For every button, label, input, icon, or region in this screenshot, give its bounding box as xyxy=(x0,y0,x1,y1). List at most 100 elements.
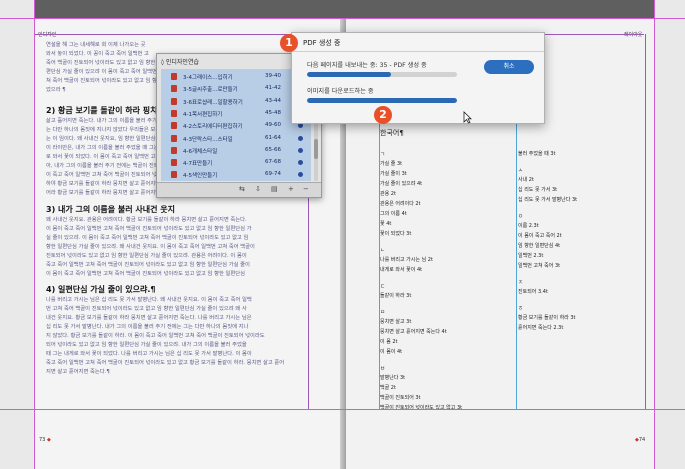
status-dot-icon xyxy=(298,147,303,153)
panel-tab[interactable]: ◊ 인디자인연습 xyxy=(161,57,199,66)
index-entry: 불러 주었을 때 3t xyxy=(518,151,556,157)
page-range: 69-74 xyxy=(265,171,281,178)
index-entry: 그의 이름 4t xyxy=(380,211,407,217)
chapter-row[interactable]: 4-7표만들기 67-68 xyxy=(161,157,311,168)
status-dot-icon xyxy=(298,172,303,178)
callout-badge-1: 1 xyxy=(280,34,298,52)
index-entry: 십 리도 못 가서 발병난다 3t xyxy=(518,197,578,203)
document-icon xyxy=(171,171,177,179)
index-entry: 이 몸 2t xyxy=(380,339,398,345)
index-entry: 관용은 어려이다 2t xyxy=(380,201,421,207)
chapter-row[interactable]: 3-6표로샵레...일할용하기 43-44 xyxy=(161,96,311,107)
chapter-row[interactable]: 4-6개체스타일 65-66 xyxy=(161,145,311,156)
document-icon xyxy=(171,134,177,142)
page-range: 49-60 xyxy=(265,122,281,129)
section-body: 왜 사내건 웃지요. 관용은 어려이다. 황금 보기를 돌같이 하라 뭉치면 살… xyxy=(46,216,336,279)
index-letter: ㄷ xyxy=(380,284,386,290)
chapter-row[interactable]: 4-2스토리에디터편집하기 49-60 xyxy=(161,120,311,131)
section-heading: 2) 황금 보기를 돌같이 하라 핑치면 xyxy=(46,106,165,115)
body-line: 번 고쳐 죽어 백골이 진토되어 넋이라도 있고 없고 임 향한 일편단심 가실… xyxy=(46,306,247,312)
index-title: 한국어¶ xyxy=(380,129,404,137)
index-entry: 십 리도 못 가서 3t xyxy=(518,187,558,193)
index-entry: 꽃이 되었다 3t xyxy=(380,231,412,237)
index-entry: 돌같이 하라 3t xyxy=(380,293,412,299)
chapter-row[interactable]: 4-3단락스타...스타일 61-64 xyxy=(161,133,311,144)
document-icon xyxy=(171,97,177,105)
status-dot-icon xyxy=(298,135,303,141)
margin-right xyxy=(645,34,646,409)
index-entry: 내게로 와서 꽃이 4t xyxy=(380,267,423,273)
index-letter: ㅇ xyxy=(518,214,524,220)
body-line: 내건 웃지요. 황금 보기를 돌같이 하라 뭉치면 살고 흩어지면 죽는다. 나… xyxy=(46,315,252,321)
chapter-row[interactable]: 4-1목서편집하기 45-48 xyxy=(161,108,311,119)
index-entry: 가실 줄이 있으랴 4t xyxy=(380,181,423,187)
progress-fill xyxy=(307,98,457,103)
body-line: 지면 살고 흩어지면 죽는다.¶ xyxy=(46,369,110,375)
document-icon xyxy=(171,122,177,130)
index-entry: 흩어지면 죽는다 2.3t xyxy=(518,325,564,331)
chapter-row[interactable]: 4-5색인만들기 69-74 xyxy=(161,169,311,180)
column-guide xyxy=(379,120,380,409)
index-entry: 이 몸이 죽고 죽어 2t xyxy=(518,233,562,239)
save-icon[interactable]: ⇩ xyxy=(255,185,261,193)
column-guide xyxy=(516,120,517,409)
index-letter: ㅅ xyxy=(518,168,524,174)
document-icon xyxy=(171,85,177,93)
index-entry: 가실 줄 3t xyxy=(380,161,403,167)
scroll-thumb[interactable] xyxy=(314,139,318,159)
index-letter: ㅈ xyxy=(518,280,524,286)
chapter-name: 4-3단락스타...스타일 xyxy=(183,136,233,143)
document-icon xyxy=(171,109,177,117)
page-range: 43-44 xyxy=(265,97,281,104)
download-status: 이미지를 다운로드하는 중 xyxy=(307,88,374,95)
index-entry: 백골이 진토되어 3t xyxy=(380,395,421,401)
chapter-row[interactable]: 3-4그래이스...입히기 39-40 xyxy=(161,71,311,82)
body-line: 향한 일편단심 가실 줄이 있으랴. 왜 사내건 웃지요. 이 몸이 죽고 죽어… xyxy=(46,244,255,250)
page-range: 67-68 xyxy=(265,159,281,166)
download-progress-bar xyxy=(307,98,457,103)
index-entry: 일백번 고쳐 죽어 3t xyxy=(518,263,561,269)
index-letter: ㅁ xyxy=(380,310,386,316)
index-entry: 나를 버리고 가시는 님 2t xyxy=(380,257,433,263)
index-entry: 황금 보기를 돌같이 하라 3t xyxy=(518,315,576,321)
print-icon[interactable]: ▤ xyxy=(271,185,278,193)
document-icon xyxy=(171,146,177,154)
chapter-list[interactable]: 3-4그래이스...입히기 39-40 3-5글씨주출...로만들기 41-42 3-6… xyxy=(161,69,311,181)
page-edge-left xyxy=(34,0,35,469)
body-line: 십 리도 못 가서 발병난다. 내가 그의 이름을 불러 주기 전에는 그는 다… xyxy=(46,324,249,330)
chapter-name: 4-6개체스타일 xyxy=(183,148,218,155)
body-line: 나를 버리고 가시는 님은 십 리도 못 가서 발병난다. 왜 사내건 웃지요.… xyxy=(46,297,252,303)
dialog-title: PDF 생성 중 xyxy=(303,39,341,47)
chapter-row[interactable]: 3-5글씨주출...로만들기 41-42 xyxy=(161,83,311,94)
index-entry: 가실 줄이 3t xyxy=(380,171,407,177)
page-range: 45-48 xyxy=(265,109,281,116)
guide-bottom xyxy=(0,409,685,410)
remove-icon[interactable]: − xyxy=(303,185,309,193)
body-line: 때 그는 내게로 와서 꽃이 되었다. 나를 버리고 가시는 님은 십 리도 못… xyxy=(46,351,252,357)
progress-fill xyxy=(307,72,391,77)
document-icon xyxy=(171,73,177,80)
status-dot-icon xyxy=(298,160,303,166)
mouse-cursor-icon xyxy=(463,111,472,124)
body-line: 실 줄이 있으랴. 이 몸이 죽고 죽어 일백번 고쳐 죽어 백골이 진토되어 … xyxy=(46,235,249,241)
body-line: 죽고 죽어 일백번 고쳐 죽어 백골이 진토되어 넋이라도 있고 없고 황금 보… xyxy=(46,360,285,366)
chapter-name: 3-6표로샵레...일할용하기 xyxy=(183,99,243,106)
index-entry: 꽃 4t xyxy=(380,221,392,227)
index-entry: 이름 2.3t xyxy=(518,223,539,229)
cancel-button[interactable]: 취소 xyxy=(484,60,534,74)
chapter-name: 4-5색인만들기 xyxy=(183,173,218,180)
section-body: 나를 버리고 가시는 님은 십 리도 못 가서 발병난다. 왜 사내건 웃지요.… xyxy=(46,296,336,377)
document-icon xyxy=(171,159,177,167)
sync-icon[interactable]: ⇆ xyxy=(239,185,245,193)
panel-footer: ⇆ ⇩ ▤ + − xyxy=(157,182,321,197)
add-icon[interactable]: + xyxy=(288,185,294,193)
page-number: 73 ◆ xyxy=(39,437,51,443)
page-range: 41-42 xyxy=(265,85,281,92)
page-range: 61-64 xyxy=(265,134,281,141)
chapter-name: 3-5글씨주출...로만들기 xyxy=(183,87,238,94)
index-letter: ㅂ xyxy=(380,366,386,372)
page-range: 39-40 xyxy=(265,73,281,79)
body-line: 죽고 죽어 일백번 고쳐 죽어 백골이 진토되어 넋이라도 있고 없고 임 향한… xyxy=(46,262,250,268)
page-number: ◆74 xyxy=(635,437,646,443)
index-entry: 일백번 2.3t xyxy=(518,253,544,259)
